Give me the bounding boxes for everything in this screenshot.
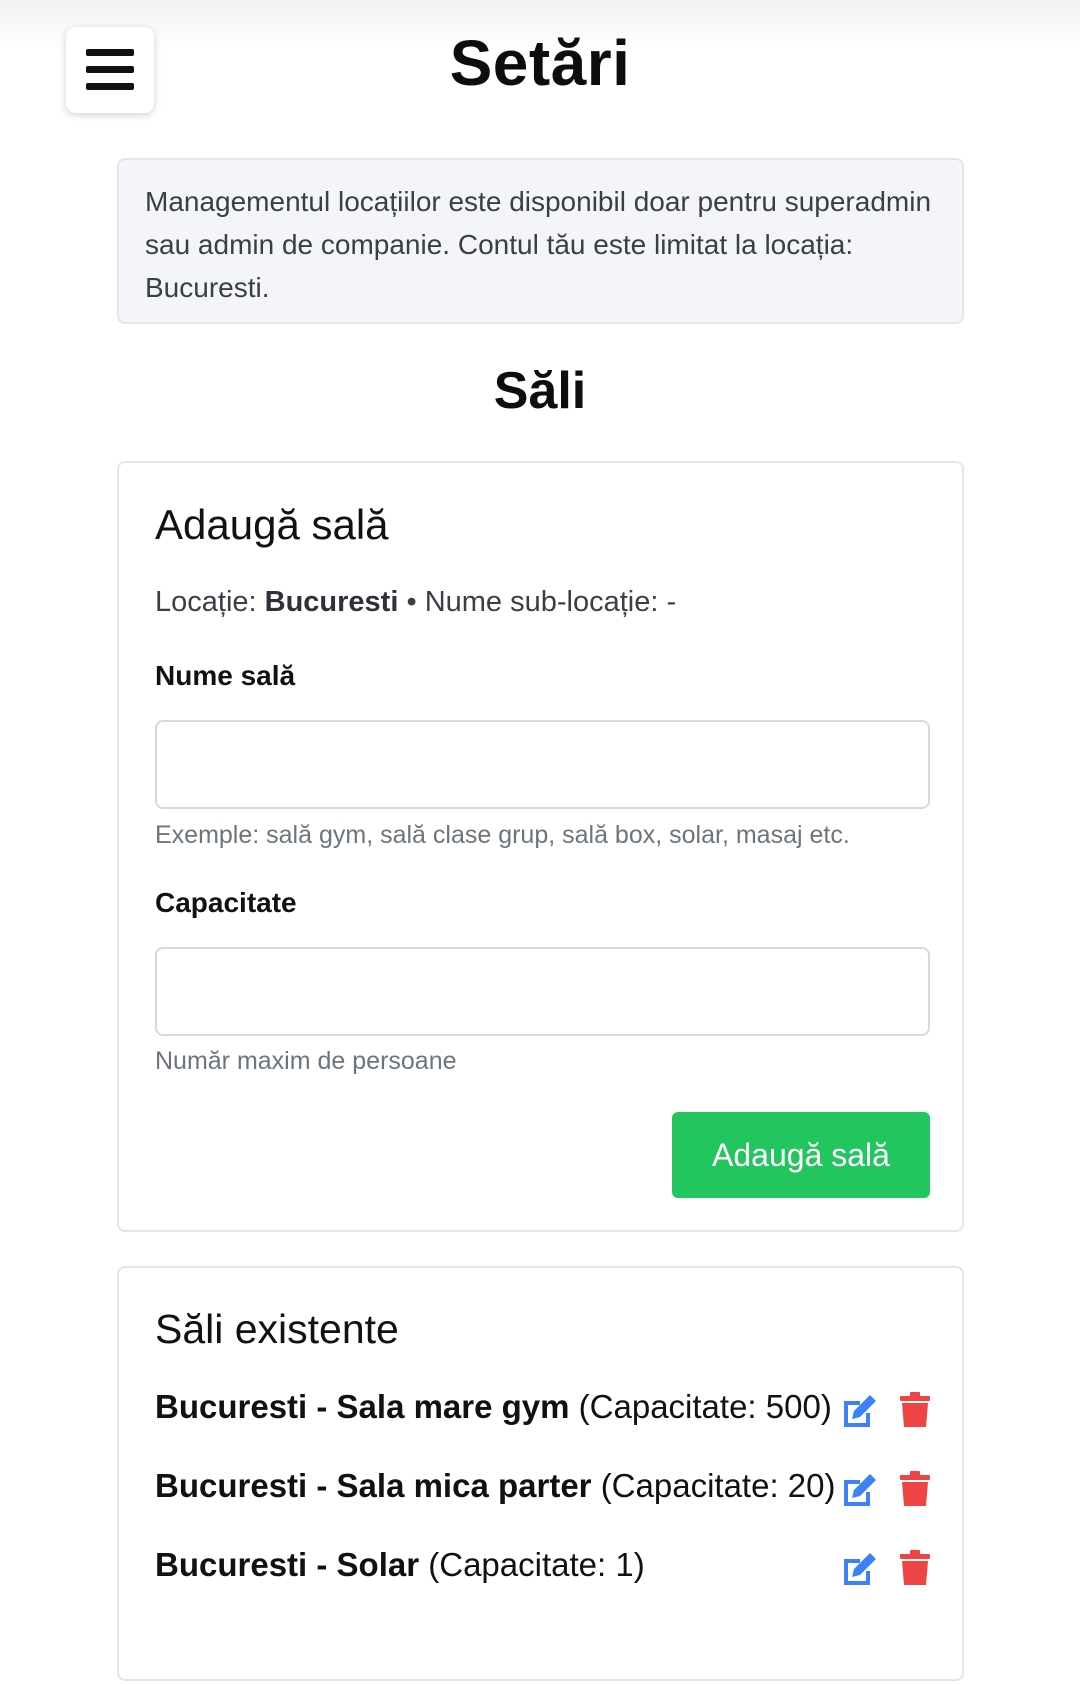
capacity-label: Capacitate: [155, 887, 297, 918]
location-value: Bucuresti: [264, 586, 399, 618]
edit-icon[interactable]: [839, 1548, 879, 1588]
permission-notice: Managementul locațiilor este disponibil …: [117, 158, 964, 324]
room-name-input[interactable]: [155, 720, 930, 809]
page-title: Setări: [449, 27, 631, 99]
sublocation-label: Nume sub-locație:: [424, 586, 659, 618]
add-room-title: Adaugă sală: [155, 501, 389, 548]
list-item: Bucuresti - Sala mica parter (Capacitate…: [155, 1467, 935, 1517]
edit-icon[interactable]: [839, 1390, 879, 1430]
room-capacity: (Capacitate: 20): [600, 1467, 836, 1504]
room-name-hint: Exemple: sală gym, sală clase grup, sală…: [155, 821, 850, 849]
location-info: Locație: Bucuresti • Nume sub-locație: -: [155, 586, 676, 619]
section-title: Săli: [493, 362, 587, 420]
capacity-input[interactable]: [155, 947, 930, 1036]
room-name-label: Nume sală: [155, 660, 296, 691]
top-bar: Setări: [0, 0, 1080, 140]
list-item: Bucuresti - Sala mare gym (Capacitate: 5…: [155, 1388, 935, 1438]
sublocation-value: -: [666, 586, 677, 618]
separator: •: [406, 586, 417, 618]
edit-icon[interactable]: [839, 1469, 879, 1509]
room-name: Bucuresti - Sala mica parter: [155, 1467, 592, 1504]
capacity-hint: Număr maxim de persoane: [155, 1047, 457, 1075]
trash-icon[interactable]: [895, 1390, 935, 1430]
trash-icon[interactable]: [895, 1469, 935, 1509]
room-name: Bucuresti - Solar: [155, 1546, 420, 1583]
add-room-card: Adaugă sală Locație: Bucuresti • Nume su…: [117, 461, 964, 1232]
room-capacity: (Capacitate: 1): [428, 1546, 645, 1583]
existing-rooms-title: Săli existente: [155, 1306, 399, 1352]
trash-icon[interactable]: [895, 1548, 935, 1588]
existing-rooms-card: Săli existente Bucuresti - Sala mare gym…: [117, 1266, 964, 1681]
list-item: Bucuresti - Solar (Capacitate: 1): [155, 1546, 935, 1596]
room-capacity: (Capacitate: 500): [578, 1388, 832, 1425]
add-room-button[interactable]: Adaugă sală: [672, 1112, 930, 1198]
room-name: Bucuresti - Sala mare gym: [155, 1388, 570, 1425]
location-label: Locație:: [155, 586, 257, 618]
